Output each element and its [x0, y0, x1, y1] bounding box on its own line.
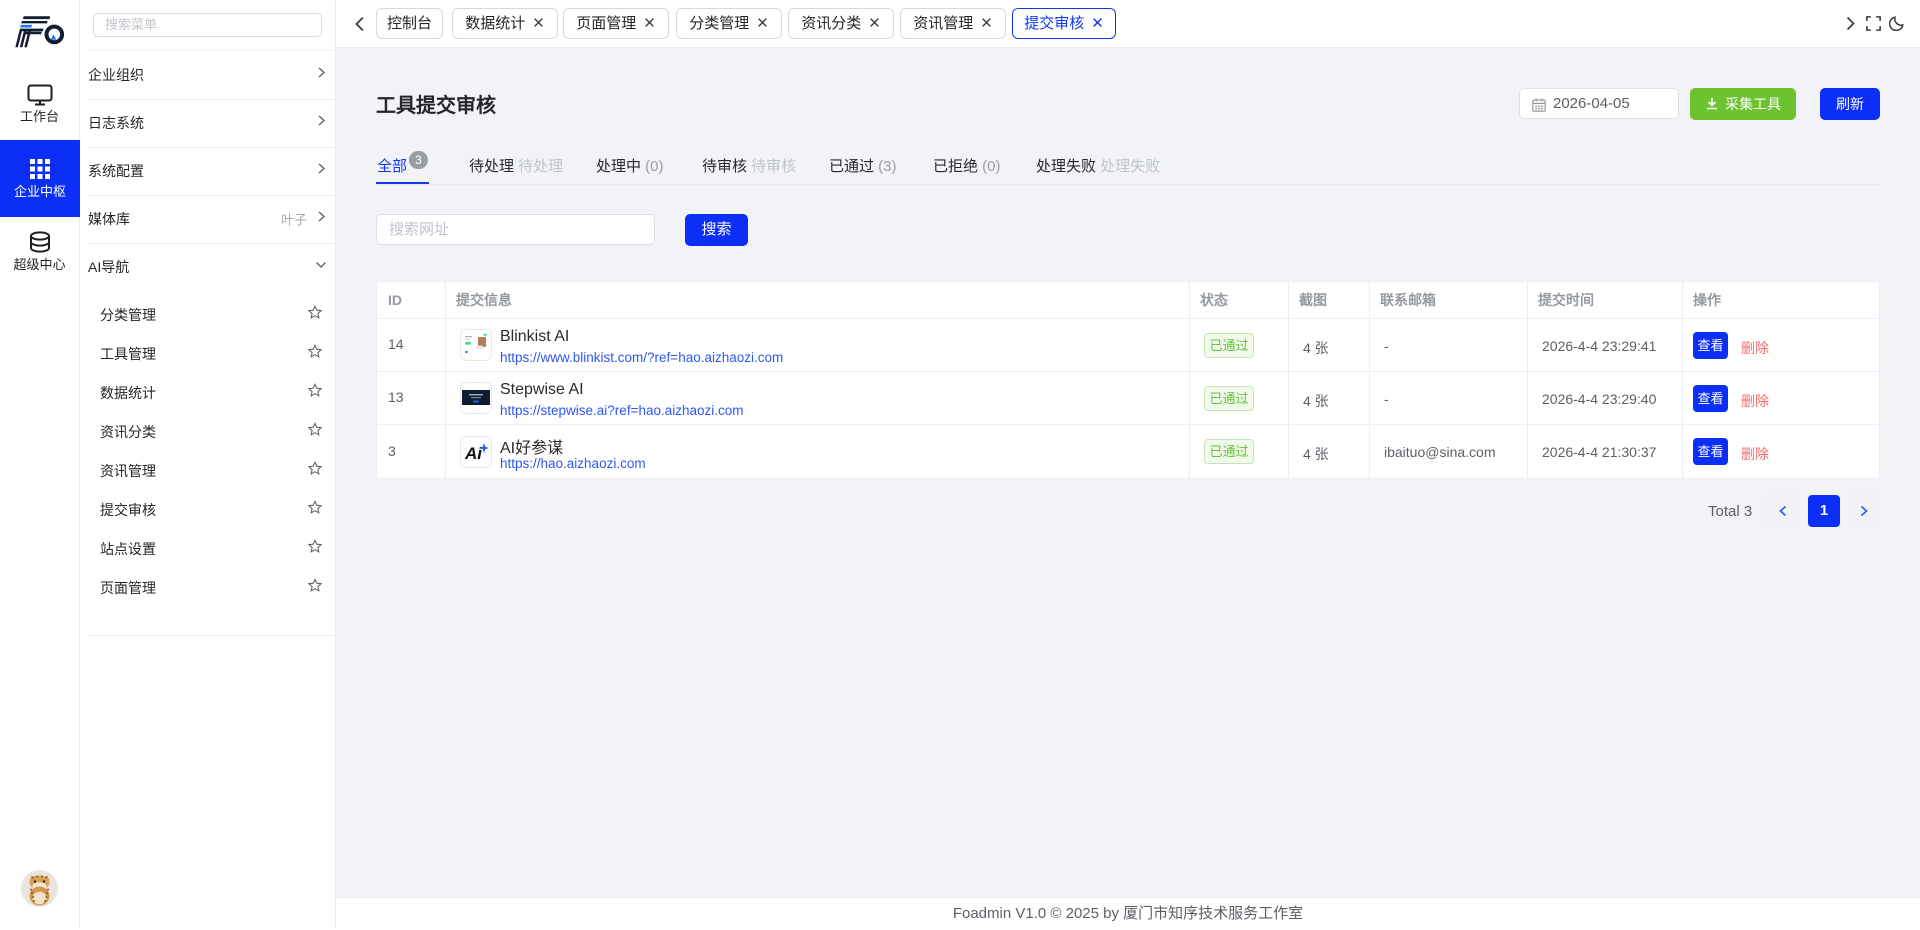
- svg-text:Ai: Ai: [464, 444, 483, 463]
